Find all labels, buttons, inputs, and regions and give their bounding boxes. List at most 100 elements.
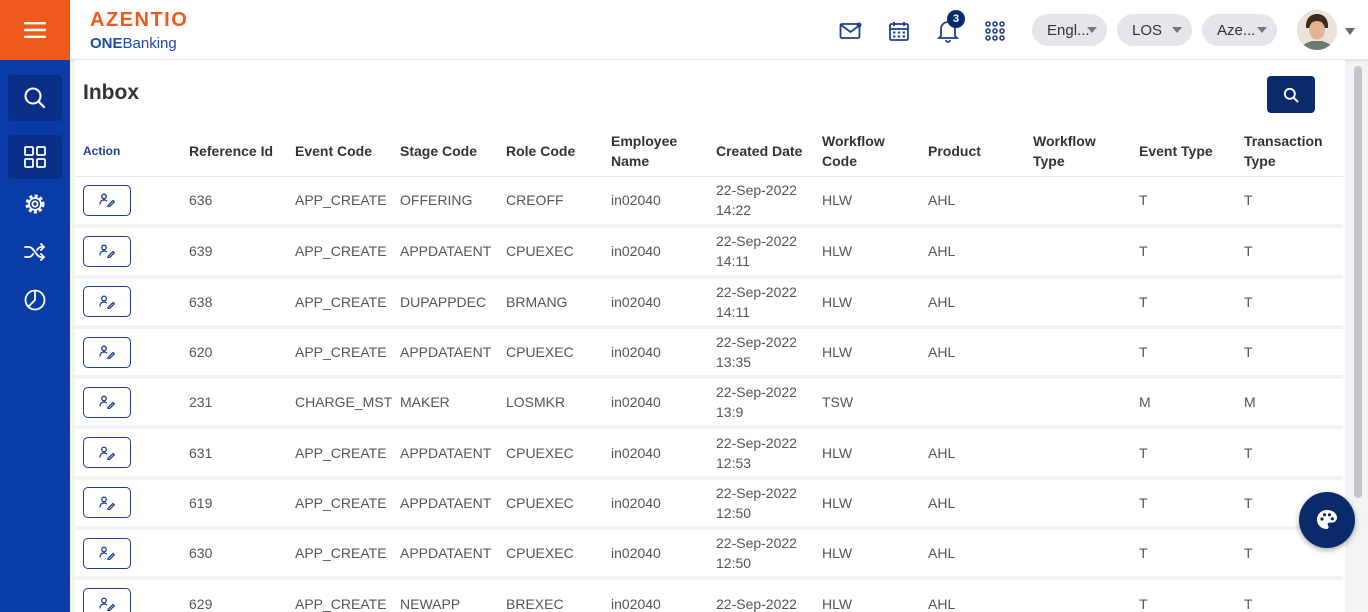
dashboard-grid-icon[interactable] [8, 135, 62, 179]
cell-event-type: T [1131, 477, 1236, 531]
cell-event-code: APP_CREATE [287, 276, 392, 329]
shuffle-icon[interactable] [8, 230, 62, 274]
row-action-button[interactable] [83, 537, 131, 569]
table-header-row: Action Reference Id Event Code Stage Cod… [75, 126, 1343, 177]
inbox-table: Action Reference Id Event Code Stage Cod… [75, 126, 1343, 612]
cell-event-code: APP_CREATE [287, 578, 392, 612]
table-row[interactable]: 631 APP_CREATE APPDATAENT CPUEXEC in02040 22-… [75, 427, 1343, 480]
cell-role-code: CPUEXEC [498, 528, 603, 581]
row-action-button[interactable] [83, 336, 131, 368]
table-row[interactable]: 619 APP_CREATE APPDATAENT CPUEXEC in02040 22-… [75, 477, 1343, 531]
cell-created-date: 22-Sep-2022 13:35 [708, 326, 814, 380]
column-header-workflow-type[interactable]: Workflow Type [1025, 126, 1131, 177]
settings-gear-icon[interactable] [8, 182, 62, 226]
column-header-event-code[interactable]: Event Code [287, 126, 392, 177]
cell-employee-name: in02040 [603, 578, 708, 612]
cell-workflow-type [1025, 477, 1131, 531]
cell-event-type: T [1131, 528, 1236, 581]
cell-role-code: CPUEXEC [498, 326, 603, 380]
scrollbar-thumb[interactable] [1354, 66, 1362, 498]
module-dropdown[interactable]: LOS [1117, 14, 1192, 46]
row-action-button[interactable] [83, 286, 131, 318]
user-avatar[interactable] [1297, 10, 1337, 50]
created-date-day: 22-Sep-2022 [716, 535, 797, 552]
table-row[interactable]: 639 APP_CREATE APPDATAENT CPUEXEC in02040 22-… [75, 226, 1343, 279]
row-action-button[interactable] [83, 235, 131, 267]
edit-user-icon [99, 244, 115, 259]
cell-stage-code: APPDATAENT [392, 226, 498, 279]
language-dropdown[interactable]: Engl... [1032, 14, 1107, 46]
table-row[interactable]: 231 CHARGE_MST MAKER LOSMKR in02040 22-Sep-20… [75, 377, 1343, 430]
column-header-workflow-code[interactable]: Workflow Code [814, 126, 920, 177]
cell-event-type: M [1131, 377, 1236, 430]
created-date-day: 22-Sep-2022 [716, 334, 797, 351]
cell-event-code: APP_CREATE [287, 528, 392, 581]
theme-palette-button[interactable] [1299, 492, 1355, 548]
column-header-stage-code[interactable]: Stage Code [392, 126, 498, 177]
cell-reference-id: 638 [181, 276, 287, 329]
created-date-day: 22-Sep-2022 [716, 283, 797, 300]
cell-reference-id: 630 [181, 528, 287, 581]
created-date-day: 22-Sep-2022 [716, 434, 797, 451]
row-action-button[interactable] [83, 487, 131, 519]
cell-product: AHL [920, 427, 1025, 480]
vertical-scrollbar[interactable] [1352, 64, 1364, 612]
cell-workflow-type [1025, 377, 1131, 430]
cell-workflow-type [1025, 226, 1131, 279]
column-header-product[interactable]: Product [920, 126, 1025, 177]
calendar-icon[interactable] [886, 18, 912, 44]
search-button[interactable] [1267, 76, 1315, 113]
created-date-day: 22-Sep-2022 [716, 182, 797, 199]
column-header-reference-id[interactable]: Reference Id [181, 126, 287, 177]
cell-action [75, 477, 181, 531]
column-header-role-code[interactable]: Role Code [498, 126, 603, 177]
cell-action [75, 326, 181, 380]
cell-stage-code: NEWAPP [392, 578, 498, 612]
cell-action [75, 176, 181, 229]
cell-workflow-code: HLW [814, 326, 920, 380]
cell-event-code: APP_CREATE [287, 226, 392, 279]
created-date-time: 14:11 [716, 253, 750, 270]
cell-workflow-code: HLW [814, 578, 920, 612]
sidebar-search-icon[interactable] [8, 75, 62, 121]
cell-employee-name: in02040 [603, 477, 708, 531]
cell-event-type: T [1131, 578, 1236, 612]
cell-role-code: CPUEXEC [498, 427, 603, 480]
column-header-employee-name[interactable]: Employee Name [603, 126, 708, 177]
pie-chart-icon[interactable] [8, 278, 62, 322]
cell-created-date: 22-Sep-2022 14:22 [708, 176, 814, 229]
created-date-time: 12:50 [716, 504, 752, 521]
mail-icon[interactable] [838, 18, 864, 44]
row-action-button[interactable] [83, 184, 131, 216]
cell-role-code: LOSMKR [498, 377, 603, 430]
table-row[interactable]: 629 APP_CREATE NEWAPP BREXEC in02040 22-Sep-2… [75, 578, 1343, 612]
table-row[interactable]: 636 APP_CREATE OFFERING CREOFF in02040 22-Sep… [75, 176, 1343, 229]
apps-grid-icon[interactable] [982, 18, 1008, 44]
row-action-button[interactable] [83, 588, 131, 612]
column-header-created-date[interactable]: Created Date [708, 126, 814, 177]
sidebar [0, 0, 70, 612]
table-row[interactable]: 630 APP_CREATE APPDATAENT CPUEXEC in02040 22-… [75, 528, 1343, 581]
column-header-event-type[interactable]: Event Type [1131, 126, 1236, 177]
cell-role-code: BREXEC [498, 578, 603, 612]
cell-transaction-type: T [1236, 276, 1343, 329]
cell-product: AHL [920, 226, 1025, 279]
cell-created-date: 22-Sep-2022 12:50 [708, 477, 814, 531]
row-action-button[interactable] [83, 437, 131, 469]
created-date-time: 13:35 [716, 354, 752, 371]
hamburger-menu-icon[interactable] [0, 0, 70, 60]
row-action-button[interactable] [83, 386, 131, 418]
cell-product: AHL [920, 578, 1025, 612]
cell-stage-code: APPDATAENT [392, 326, 498, 380]
column-header-transaction-type[interactable]: Transaction Type [1236, 126, 1343, 177]
cell-reference-id: 629 [181, 578, 287, 612]
cell-stage-code: APPDATAENT [392, 528, 498, 581]
edit-user-icon [99, 496, 115, 510]
cell-stage-code: DUPAPPDEC [392, 276, 498, 329]
cell-action [75, 276, 181, 329]
table-row[interactable]: 620 APP_CREATE APPDATAENT CPUEXEC in02040 22-… [75, 326, 1343, 380]
profile-menu-chevron-icon[interactable] [1345, 28, 1355, 35]
entity-dropdown[interactable]: Aze... [1202, 14, 1277, 46]
table-row[interactable]: 638 APP_CREATE DUPAPPDEC BRMANG in02040 22-Se… [75, 276, 1343, 329]
entity-value: Aze... [1217, 21, 1256, 39]
